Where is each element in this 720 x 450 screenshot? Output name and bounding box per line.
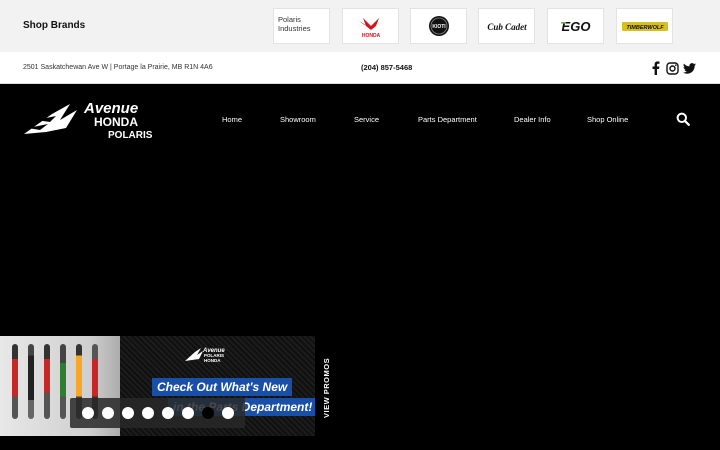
timberwolf-wordmark: TIMBERWOLF bbox=[626, 25, 664, 31]
dealer-address[interactable]: 2501 Saskatchewan Ave W | Portage la Pra… bbox=[23, 64, 213, 71]
dealer-info-bar: 2501 Saskatchewan Ave W | Portage la Pra… bbox=[0, 52, 720, 84]
dealer-phone[interactable]: (204) 857-5468 bbox=[361, 63, 412, 72]
promo-dealer-logo: Avenue POLARIS HONDA bbox=[185, 345, 230, 363]
search-icon[interactable] bbox=[676, 112, 690, 126]
promo-slider[interactable]: Avenue POLARIS HONDA Check Out What's Ne… bbox=[0, 336, 315, 436]
brand-polaris-label: Polaris Industries bbox=[278, 15, 311, 33]
brand-polaris[interactable]: Polaris Industries bbox=[273, 8, 330, 44]
slider-dot-4[interactable] bbox=[142, 407, 154, 419]
nav-parts-department[interactable]: Parts Department bbox=[418, 115, 477, 124]
slider-dot-1[interactable] bbox=[82, 407, 94, 419]
brand-kioti[interactable]: KIOTI bbox=[410, 8, 467, 44]
promo-logo-line-3: HONDA bbox=[204, 358, 221, 363]
avenue-honda-polaris-logo[interactable]: Avenue HONDA POLARIS bbox=[22, 98, 160, 141]
brand-timberwolf[interactable]: TIMBERWOLF bbox=[616, 8, 673, 44]
slider-dot-3[interactable] bbox=[122, 407, 134, 419]
brand-cubcadet[interactable]: Cub Cadet bbox=[478, 8, 535, 44]
ego-wordmark: EGO bbox=[561, 19, 590, 34]
honda-wordmark: HONDA bbox=[361, 33, 380, 39]
brand-ego[interactable]: EGO bbox=[547, 8, 604, 44]
brand-honda[interactable]: HONDA bbox=[342, 8, 399, 44]
nav-showroom[interactable]: Showroom bbox=[280, 115, 316, 124]
main-navbar: Avenue HONDA POLARIS Home Showroom Servi… bbox=[0, 84, 720, 154]
view-promos-tab[interactable]: VIEW PROMOS bbox=[322, 358, 331, 418]
cubcadet-wordmark: Cub Cadet bbox=[487, 22, 527, 32]
slider-dot-2[interactable] bbox=[102, 407, 114, 419]
nav-shop-online[interactable]: Shop Online bbox=[587, 115, 628, 124]
slider-dot-8[interactable] bbox=[222, 407, 234, 419]
slider-dot-5[interactable] bbox=[162, 407, 174, 419]
promo-headline-1: Check Out What's New bbox=[152, 378, 293, 396]
timberwolf-logo: TIMBERWOLF bbox=[621, 22, 668, 31]
facebook-icon[interactable] bbox=[648, 61, 662, 75]
twitter-icon[interactable] bbox=[682, 61, 696, 75]
kioti-wordmark: KIOTI bbox=[432, 24, 446, 30]
honda-wing-logo: HONDA bbox=[358, 18, 380, 39]
instagram-icon[interactable] bbox=[665, 61, 679, 75]
nav-service[interactable]: Service bbox=[354, 115, 379, 124]
logo-line-2: HONDA bbox=[94, 115, 138, 129]
shop-brands-title: Shop Brands bbox=[23, 20, 86, 31]
kioti-logo: KIOTI bbox=[428, 16, 449, 36]
nav-home[interactable]: Home bbox=[222, 115, 242, 124]
shop-brands-bar: Shop Brands Polaris Industries HONDA KIO… bbox=[0, 0, 720, 52]
logo-line-3: POLARIS bbox=[108, 130, 153, 140]
slider-dot-7[interactable] bbox=[202, 407, 214, 419]
ego-logo: EGO bbox=[560, 19, 590, 34]
nav-dealer-info[interactable]: Dealer Info bbox=[514, 115, 551, 124]
cubcadet-logo: Cub Cadet bbox=[487, 22, 527, 32]
slider-pagination bbox=[70, 398, 245, 428]
slider-dot-6[interactable] bbox=[182, 407, 194, 419]
